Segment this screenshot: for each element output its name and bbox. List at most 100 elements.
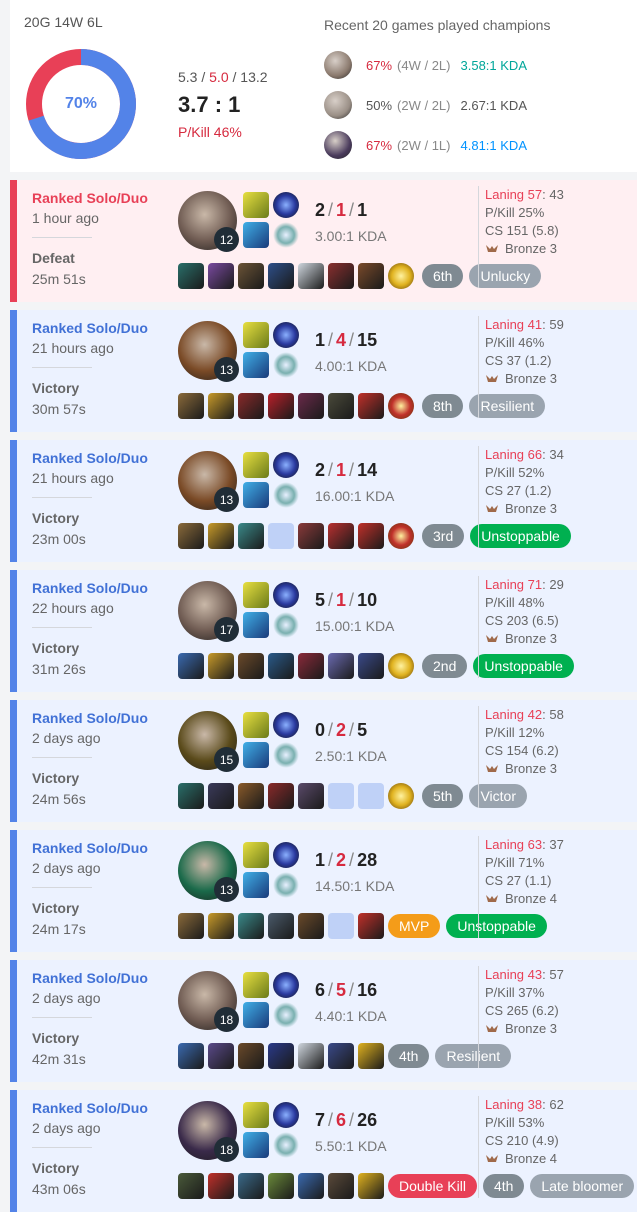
item-slot-icon[interactable] [238, 523, 264, 549]
summoner-spell-icon[interactable] [243, 612, 269, 638]
item-slot-icon[interactable] [358, 1043, 384, 1069]
match-card[interactable]: Ranked Solo/Duo 21 hours ago Victory 23m 00… [10, 440, 637, 562]
item-slot-icon[interactable] [238, 913, 264, 939]
item-slot-icon[interactable] [208, 653, 234, 679]
item-slot-icon[interactable] [178, 653, 204, 679]
secondary-rune-icon[interactable] [273, 1002, 299, 1028]
item-slot-icon[interactable] [178, 913, 204, 939]
item-slot-icon[interactable] [358, 783, 384, 809]
item-slot-icon[interactable] [178, 263, 204, 289]
item-slot-icon[interactable] [298, 393, 324, 419]
secondary-rune-icon[interactable] [273, 742, 299, 768]
trinket-ward-icon[interactable] [388, 523, 414, 549]
item-slot-icon[interactable] [178, 393, 204, 419]
item-slot-icon[interactable] [268, 523, 294, 549]
summoner-spell-flash-icon[interactable] [243, 842, 269, 868]
item-slot-icon[interactable] [208, 913, 234, 939]
secondary-rune-icon[interactable] [273, 1132, 299, 1158]
item-slot-icon[interactable] [208, 1043, 234, 1069]
item-slot-icon[interactable] [238, 653, 264, 679]
summoner-spell-flash-icon[interactable] [243, 1102, 269, 1128]
item-slot-icon[interactable] [208, 393, 234, 419]
secondary-rune-icon[interactable] [273, 872, 299, 898]
item-slot-icon[interactable] [328, 523, 354, 549]
item-slot-icon[interactable] [238, 1043, 264, 1069]
item-slot-icon[interactable] [238, 393, 264, 419]
summoner-spell-icon[interactable] [243, 742, 269, 768]
trinket-ward-icon[interactable] [388, 263, 414, 289]
match-card[interactable]: Ranked Solo/Duo 2 days ago Victory 24m 56s 1… [10, 700, 637, 822]
item-slot-icon[interactable] [208, 1173, 234, 1199]
item-slot-icon[interactable] [358, 1173, 384, 1199]
item-slot-icon[interactable] [238, 1173, 264, 1199]
item-slot-icon[interactable] [328, 263, 354, 289]
match-card[interactable]: Ranked Solo/Duo 21 hours ago Victory 30m 57… [10, 310, 637, 432]
item-slot-icon[interactable] [298, 913, 324, 939]
item-slot-icon[interactable] [268, 783, 294, 809]
summoner-spell-flash-icon[interactable] [243, 192, 269, 218]
item-slot-icon[interactable] [298, 263, 324, 289]
match-card[interactable]: Ranked Solo/Duo 22 hours ago Victory 31m 26… [10, 570, 637, 692]
item-slot-icon[interactable] [178, 1173, 204, 1199]
item-slot-icon[interactable] [268, 263, 294, 289]
summoner-spell-icon[interactable] [243, 872, 269, 898]
primary-rune-icon[interactable] [273, 972, 299, 998]
primary-rune-icon[interactable] [273, 1102, 299, 1128]
item-slot-icon[interactable] [298, 1173, 324, 1199]
trinket-ward-icon[interactable] [388, 653, 414, 679]
secondary-rune-icon[interactable] [273, 352, 299, 378]
item-slot-icon[interactable] [328, 393, 354, 419]
item-slot-icon[interactable] [178, 783, 204, 809]
item-slot-icon[interactable] [238, 783, 264, 809]
item-slot-icon[interactable] [358, 393, 384, 419]
item-slot-icon[interactable] [208, 263, 234, 289]
item-slot-icon[interactable] [328, 913, 354, 939]
summoner-spell-icon[interactable] [243, 1132, 269, 1158]
summoner-spell-flash-icon[interactable] [243, 322, 269, 348]
item-slot-icon[interactable] [268, 913, 294, 939]
summoner-spell-flash-icon[interactable] [243, 972, 269, 998]
item-slot-icon[interactable] [358, 653, 384, 679]
primary-rune-icon[interactable] [273, 712, 299, 738]
match-card[interactable]: Ranked Solo/Duo 2 days ago Victory 42m 31s 1… [10, 960, 637, 1082]
recent-champion-row[interactable]: 67% (4W / 2L) 3.58:1 KDA [324, 50, 527, 80]
summoner-spell-flash-icon[interactable] [243, 582, 269, 608]
item-slot-icon[interactable] [178, 523, 204, 549]
trinket-ward-icon[interactable] [388, 393, 414, 419]
primary-rune-icon[interactable] [273, 322, 299, 348]
summoner-spell-icon[interactable] [243, 352, 269, 378]
secondary-rune-icon[interactable] [273, 482, 299, 508]
trinket-ward-icon[interactable] [388, 783, 414, 809]
item-slot-icon[interactable] [298, 1043, 324, 1069]
summoner-spell-flash-icon[interactable] [243, 452, 269, 478]
primary-rune-icon[interactable] [273, 582, 299, 608]
item-slot-icon[interactable] [268, 653, 294, 679]
item-slot-icon[interactable] [298, 523, 324, 549]
match-card[interactable]: Ranked Solo/Duo 2 days ago Victory 24m 17s 1… [10, 830, 637, 952]
recent-champion-row[interactable]: 50% (2W / 2L) 2.67:1 KDA [324, 90, 527, 120]
match-card[interactable]: Ranked Solo/Duo 2 days ago Victory 43m 06s 1… [10, 1090, 637, 1212]
primary-rune-icon[interactable] [273, 842, 299, 868]
item-slot-icon[interactable] [328, 653, 354, 679]
item-slot-icon[interactable] [268, 393, 294, 419]
item-slot-icon[interactable] [358, 523, 384, 549]
item-slot-icon[interactable] [208, 783, 234, 809]
item-slot-icon[interactable] [178, 1043, 204, 1069]
primary-rune-icon[interactable] [273, 452, 299, 478]
item-slot-icon[interactable] [298, 783, 324, 809]
summoner-spell-icon[interactable] [243, 1002, 269, 1028]
item-slot-icon[interactable] [238, 263, 264, 289]
summoner-spell-icon[interactable] [243, 482, 269, 508]
item-slot-icon[interactable] [268, 1043, 294, 1069]
item-slot-icon[interactable] [268, 1173, 294, 1199]
summoner-spell-flash-icon[interactable] [243, 712, 269, 738]
summoner-spell-icon[interactable] [243, 222, 269, 248]
item-slot-icon[interactable] [298, 653, 324, 679]
item-slot-icon[interactable] [358, 913, 384, 939]
recent-champion-row[interactable]: 67% (2W / 1L) 4.81:1 KDA [324, 130, 527, 160]
item-slot-icon[interactable] [328, 783, 354, 809]
primary-rune-icon[interactable] [273, 192, 299, 218]
secondary-rune-icon[interactable] [273, 612, 299, 638]
item-slot-icon[interactable] [208, 523, 234, 549]
item-slot-icon[interactable] [328, 1043, 354, 1069]
